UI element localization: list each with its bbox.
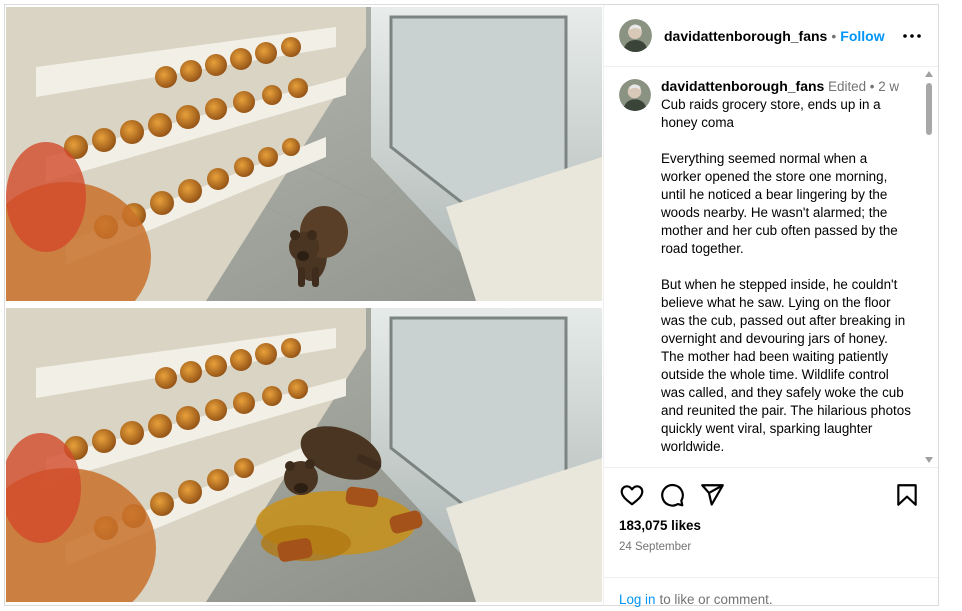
time-ago[interactable]: 2 w <box>878 79 899 94</box>
follow-button[interactable]: Follow <box>840 28 884 44</box>
caption-text: davidattenborough_fans Edited • 2 w Cub … <box>661 77 911 456</box>
edited-label: Edited <box>828 79 867 94</box>
scrollbar[interactable] <box>924 71 934 463</box>
action-icons <box>619 482 923 508</box>
share-icon[interactable] <box>699 482 725 508</box>
actions-area: 183,075 likes 24 September <box>604 467 938 577</box>
instagram-post: davidattenborough_fans • Follow davidatt… <box>4 4 939 607</box>
caption-username[interactable]: davidattenborough_fans <box>661 78 824 94</box>
header-username[interactable]: davidattenborough_fans <box>664 28 827 44</box>
login-link[interactable]: Log in <box>619 592 655 607</box>
login-text: to like or comment. <box>659 592 773 607</box>
caption-paragraph: Everything seemed normal when a worker o… <box>661 151 898 256</box>
post-media[interactable] <box>5 5 603 605</box>
post-header: davidattenborough_fans • Follow <box>604 5 938 67</box>
caption-separator: • <box>869 79 875 94</box>
separator-dot: • <box>831 27 837 44</box>
login-prompt: Log in to like or comment. <box>604 577 938 611</box>
post-date[interactable]: 24 September <box>619 541 923 553</box>
avatar[interactable] <box>619 19 652 52</box>
caption: davidattenborough_fans Edited • 2 w Cub … <box>619 77 914 456</box>
likes-count[interactable]: 183,075 likes <box>619 518 923 533</box>
caption-title: Cub raids grocery store, ends up in a ho… <box>661 97 881 130</box>
photo-bear-passed-out <box>6 308 602 602</box>
comment-icon[interactable] <box>659 482 685 508</box>
more-horizontal-icon[interactable] <box>900 24 924 48</box>
comments-section[interactable]: davidattenborough_fans Edited • 2 w Cub … <box>604 67 938 467</box>
heart-icon[interactable] <box>619 482 645 508</box>
scroll-down-arrow-icon[interactable] <box>925 457 933 463</box>
scrollbar-thumb[interactable] <box>926 83 932 135</box>
photo-bear-standing <box>6 7 602 301</box>
caption-avatar[interactable] <box>619 79 651 111</box>
caption-paragraph: But when he stepped inside, he couldn't … <box>661 277 911 454</box>
scroll-up-arrow-icon[interactable] <box>925 71 933 77</box>
bookmark-icon[interactable] <box>894 482 920 508</box>
post-sidebar: davidattenborough_fans • Follow davidatt… <box>603 5 938 607</box>
